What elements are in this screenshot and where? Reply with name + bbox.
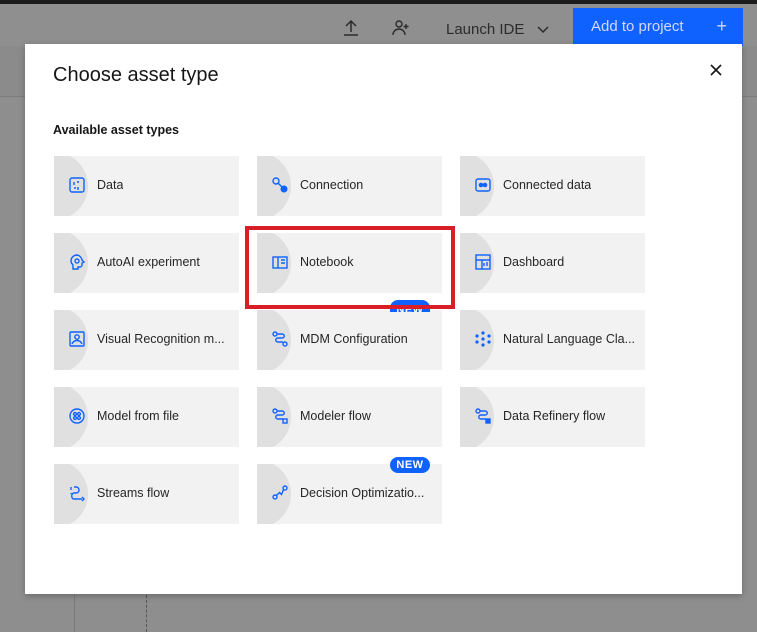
tile-label: Connection [300, 178, 364, 192]
decision-optimization-icon [271, 484, 289, 502]
add-to-project-label: Add to project [591, 18, 684, 35]
model-file-icon [68, 407, 86, 425]
streams-flow-icon [68, 484, 86, 502]
tile-autoai-experiment[interactable]: AutoAI experiment [54, 233, 239, 293]
background-dashed-divider [146, 595, 147, 632]
tile-label: Streams flow [97, 486, 170, 500]
tile-data[interactable]: Data [54, 156, 239, 216]
new-badge: NEW [390, 457, 430, 473]
mdm-icon [271, 330, 289, 348]
tile-model-from-file[interactable]: Model from file [54, 387, 239, 447]
dashboard-icon [474, 253, 492, 271]
tile-label: AutoAI experiment [97, 255, 200, 269]
add-collaborator-icon[interactable] [391, 18, 411, 38]
visual-recognition-icon [68, 330, 86, 348]
tile-label: Visual Recognition m... [97, 332, 225, 346]
plus-icon: + [716, 16, 727, 36]
tile-visual-recognition[interactable]: Visual Recognition m... [54, 310, 239, 370]
tile-natural-language-classifier[interactable]: Natural Language Cla... [460, 310, 645, 370]
tile-connection[interactable]: Connection [257, 156, 442, 216]
choose-asset-type-modal: Choose asset type Available asset types … [25, 44, 742, 594]
notebook-icon [271, 253, 289, 271]
tile-label: Dashboard [503, 255, 565, 269]
tile-streams-flow[interactable]: Streams flow [54, 464, 239, 524]
data-icon [68, 176, 86, 194]
section-label: Available asset types [53, 123, 179, 137]
tile-label: Modeler flow [300, 409, 371, 423]
tile-label: Model from file [97, 409, 179, 423]
tile-mdm-configuration[interactable]: MDM Configuration [257, 310, 442, 370]
tile-dashboard[interactable]: Dashboard [460, 233, 645, 293]
top-toolbar: Launch IDE Add to project + [0, 0, 757, 50]
launch-ide-label: Launch IDE [446, 21, 525, 38]
tile-label: Data Refinery flow [503, 409, 606, 423]
refinery-icon [474, 407, 492, 425]
tile-label: MDM Configuration [300, 332, 408, 346]
autoai-icon [68, 253, 86, 271]
nlc-icon [474, 330, 492, 348]
connection-icon [271, 176, 289, 194]
close-icon[interactable] [706, 60, 726, 80]
tile-label: Notebook [300, 255, 354, 269]
modal-title: Choose asset type [53, 64, 219, 86]
tile-notebook[interactable]: Notebook [257, 233, 442, 293]
connected-data-icon [474, 176, 492, 194]
tile-label: Natural Language Cla... [503, 332, 636, 346]
tile-label: Connected data [503, 178, 592, 192]
upload-icon[interactable] [341, 18, 361, 38]
tile-decision-optimization[interactable]: Decision Optimizatio... [257, 464, 442, 524]
tile-label: Data [97, 178, 124, 192]
tile-modeler-flow[interactable]: Modeler flow [257, 387, 442, 447]
chevron-down-icon [537, 20, 549, 40]
tile-connected-data[interactable]: Connected data [460, 156, 645, 216]
background-divider [74, 595, 75, 632]
tile-label: Decision Optimizatio... [300, 486, 425, 500]
new-badge: NEW [390, 300, 430, 312]
modeler-flow-icon [271, 407, 289, 425]
launch-ide-dropdown[interactable]: Launch IDE [446, 20, 549, 40]
tile-data-refinery-flow[interactable]: Data Refinery flow [460, 387, 645, 447]
